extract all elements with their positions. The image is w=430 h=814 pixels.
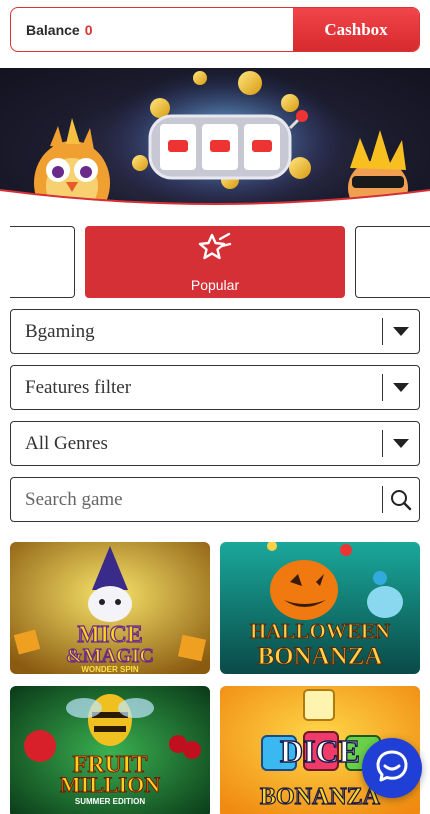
live-chat-button[interactable] [362, 738, 422, 798]
search-icon[interactable] [383, 489, 419, 511]
genres-select[interactable]: All Genres [10, 421, 420, 466]
category-label-popular: Popular [190, 276, 240, 293]
category-tab-previous[interactable] [10, 226, 75, 298]
balance-amount: 0 [84, 21, 93, 38]
game-title-line2: BONANZA [260, 784, 381, 810]
chevron-down-icon [383, 326, 419, 337]
balance-display: Balance 0 [11, 8, 293, 51]
search-game-input[interactable]: Search game [10, 477, 420, 522]
category-tab-popular[interactable]: Popular [85, 226, 345, 298]
features-select-value: Features filter [25, 376, 132, 398]
chevron-down-icon [383, 382, 419, 393]
chevron-down-icon [383, 438, 419, 449]
category-tab-next[interactable] [355, 226, 430, 298]
game-title-line1: DICE [280, 733, 360, 769]
chat-bubble-icon [375, 749, 409, 788]
balance-label: Balance [26, 21, 80, 38]
game-title-line1: HALLOWEEN [250, 619, 390, 643]
game-thumbnail: FRUIT MILLION SUMMER EDITION [10, 686, 210, 814]
game-subtitle: WONDER SPIN [81, 665, 139, 674]
game-tile-mice-magic[interactable]: MICE &MAGIC WONDER SPIN [10, 542, 210, 674]
promo-banner[interactable] [0, 68, 430, 210]
game-subtitle: SUMMER EDITION [75, 797, 145, 806]
features-filter-select[interactable]: Features filter [10, 365, 420, 410]
game-title-line2: BONANZA [257, 643, 382, 670]
banner-illustration [0, 68, 430, 210]
star-icon [198, 232, 232, 271]
cashbox-button[interactable]: Cashbox [293, 8, 419, 51]
game-thumbnail: HALLOWEEN BONANZA [220, 542, 420, 674]
game-title-line2: MILLION [60, 772, 160, 797]
balance-bar: Balance 0 Cashbox [10, 7, 420, 52]
provider-select[interactable]: Bgaming [10, 309, 420, 354]
casino-page: Balance 0 Cashbox Popular Bgaming Featur… [0, 0, 430, 814]
search-placeholder: Search game [25, 488, 123, 510]
game-title-line2: &MAGIC [66, 645, 154, 667]
game-tile-halloween-bonanza[interactable]: HALLOWEEN BONANZA [220, 542, 420, 674]
game-thumbnail: MICE &MAGIC WONDER SPIN [10, 542, 210, 674]
provider-select-value: Bgaming [25, 320, 95, 342]
game-tile-fruit-million[interactable]: FRUIT MILLION SUMMER EDITION [10, 686, 210, 814]
genres-select-value: All Genres [25, 432, 108, 454]
